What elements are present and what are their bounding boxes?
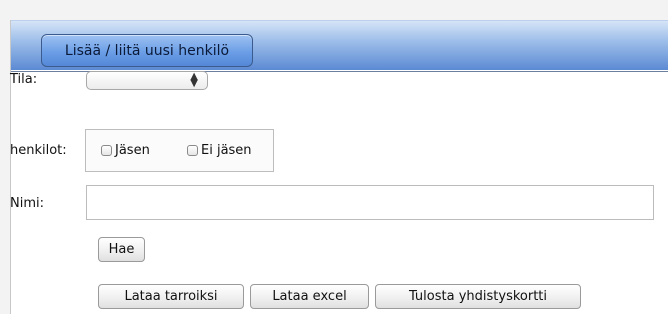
add-person-button[interactable]: Lisää / liitä uusi henkilö bbox=[41, 34, 253, 67]
download-labels-button[interactable]: Lataa tarroiksi bbox=[98, 284, 244, 309]
checkbox-jasen-label: Jäsen bbox=[115, 143, 150, 158]
henkilot-label: henkilot: bbox=[10, 143, 67, 158]
checkbox-jasen-box[interactable] bbox=[101, 145, 112, 156]
download-excel-button[interactable]: Lataa excel bbox=[250, 284, 369, 309]
nimi-label: Nimi: bbox=[10, 196, 44, 211]
checkbox-ei-jasen[interactable]: Ei jäsen bbox=[187, 143, 252, 158]
up-down-arrows-icon: ▲ ▼ bbox=[190, 71, 198, 89]
checkbox-ei-jasen-label: Ei jäsen bbox=[201, 143, 252, 158]
panel-header: Lisää / liitä uusi henkilö bbox=[11, 20, 668, 70]
tila-label: Tila: bbox=[10, 72, 38, 87]
checkbox-jasen[interactable]: Jäsen bbox=[101, 143, 150, 158]
search-button[interactable]: Hae bbox=[98, 237, 145, 262]
print-membership-card-button[interactable]: Tulosta yhdistyskortti bbox=[375, 284, 581, 309]
checkbox-ei-jasen-box[interactable] bbox=[187, 145, 198, 156]
tila-select[interactable]: ▲ ▼ bbox=[86, 71, 208, 90]
nimi-input[interactable] bbox=[86, 185, 654, 220]
